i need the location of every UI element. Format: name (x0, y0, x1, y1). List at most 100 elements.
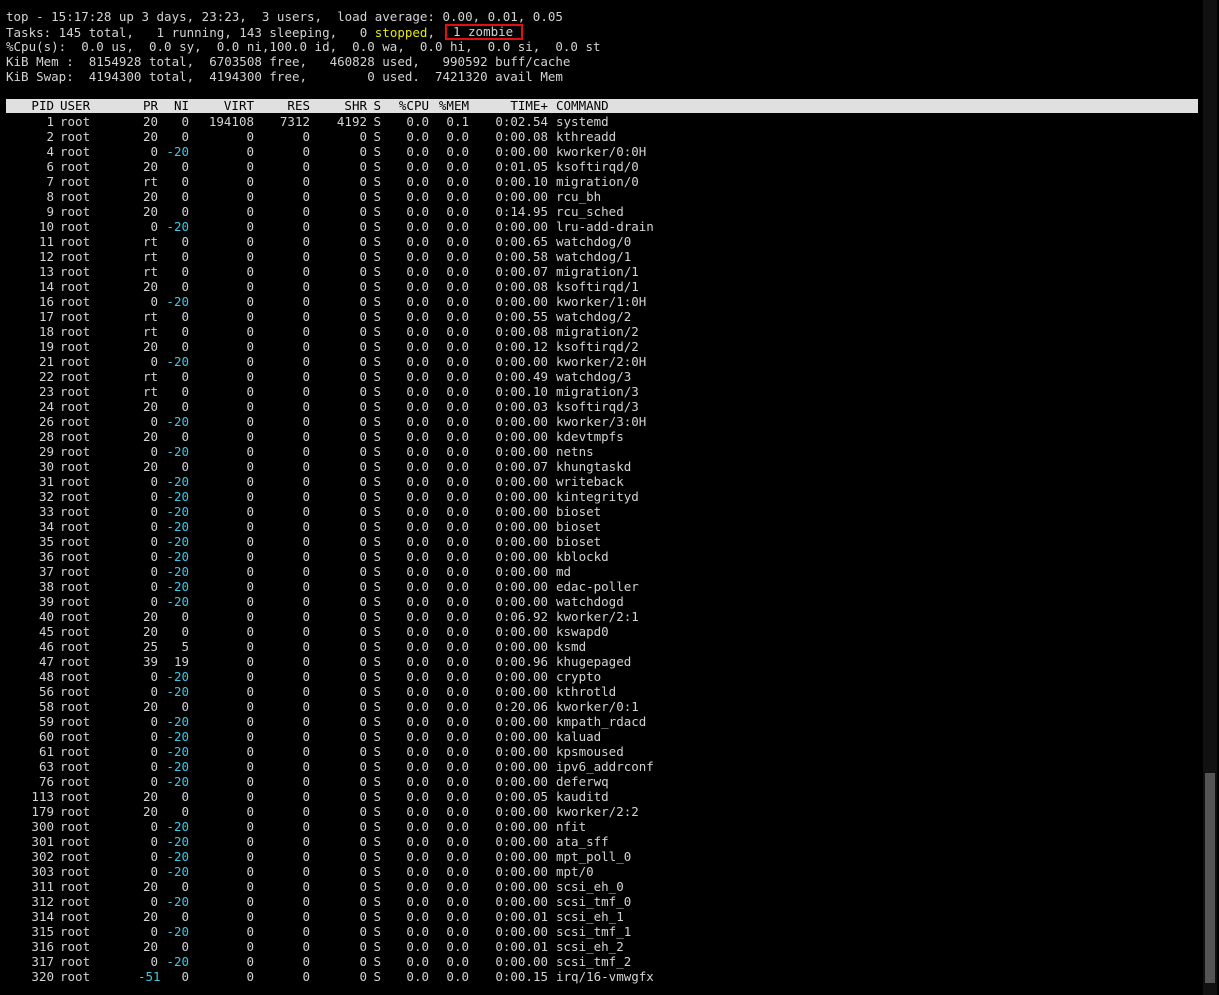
cell-pid: 30 (38, 459, 54, 474)
cell-time: 0:00.00 (495, 864, 548, 879)
cell-ni: -20 (166, 549, 189, 564)
cell-command: kmpath_rdacd (556, 714, 647, 729)
table-row: 47 root 39 19 0 0 0 S 0.0 0.0 0:00.96 khugepaged (6, 654, 1198, 669)
cell-pid: 24 (38, 399, 54, 414)
cell-mem: 0.0 (446, 144, 469, 159)
cell-shr: 0 (359, 444, 367, 459)
cell-virt: 0 (246, 759, 254, 774)
cell-user: root (60, 414, 91, 429)
cell-time: 0:00.00 (495, 924, 548, 939)
cell-pr: 0 (150, 669, 158, 684)
cell-pr: 0 (150, 774, 158, 789)
table-row: 40 root 20 0 0 0 0 S 0.0 0.0 0:06.92 kworker/2:1 (6, 609, 1198, 624)
table-row: 13 root rt 0 0 0 0 S 0.0 0.0 0:00.07 migration/1 (6, 264, 1198, 279)
cell-cpu: 0.0 (406, 354, 429, 369)
cell-virt: 0 (246, 309, 254, 324)
cell-pid: 61 (38, 744, 54, 759)
cell-command: ata_sff (556, 834, 609, 849)
cell-time: 0:00.00 (495, 444, 548, 459)
cell-mem: 0.0 (446, 174, 469, 189)
cell-mem: 0.0 (446, 489, 469, 504)
cell-state: S (373, 864, 381, 879)
cell-mem: 0.0 (446, 819, 469, 834)
cell-ni: 0 (181, 249, 189, 264)
cell-user: root (60, 804, 91, 819)
cell-mem: 0.0 (446, 204, 469, 219)
cell-command: scsi_tmf_2 (556, 954, 632, 969)
col-time: TIME+ (510, 98, 548, 113)
cell-virt: 0 (246, 189, 254, 204)
cell-ni: 0 (181, 369, 189, 384)
table-row: 312 root 0 -20 0 0 0 S 0.0 0.0 0:00.00 scsi_tmf_0 (6, 894, 1198, 909)
cell-res: 0 (302, 759, 310, 774)
cell-state: S (373, 279, 381, 294)
cell-time: 0:00.00 (495, 684, 548, 699)
table-row: 56 root 0 -20 0 0 0 S 0.0 0.0 0:00.00 kthrotld (6, 684, 1198, 699)
cell-state: S (373, 204, 381, 219)
cell-cpu: 0.0 (406, 489, 429, 504)
cell-state: S (373, 144, 381, 159)
tasks-prefix: Tasks: 145 total, 1 running, 143 sleepin… (6, 25, 375, 40)
cell-time: 0:00.03 (495, 399, 548, 414)
cell-state: S (373, 444, 381, 459)
table-row: 179 root 20 0 0 0 0 S 0.0 0.0 0:00.00 kworker/2:2 (6, 804, 1198, 819)
cell-mem: 0.0 (446, 549, 469, 564)
cell-cpu: 0.0 (406, 849, 429, 864)
table-row: 315 root 0 -20 0 0 0 S 0.0 0.0 0:00.00 scsi_tmf_1 (6, 924, 1198, 939)
cell-state: S (373, 504, 381, 519)
cell-res: 0 (302, 594, 310, 609)
cell-ni: 0 (181, 159, 189, 174)
cell-virt: 0 (246, 699, 254, 714)
scrollbar-thumb[interactable] (1205, 773, 1215, 983)
cell-virt: 0 (246, 849, 254, 864)
cell-mem: 0.0 (446, 849, 469, 864)
cell-cpu: 0.0 (406, 924, 429, 939)
cell-res: 0 (302, 654, 310, 669)
mem-line: KiB Mem : 8154928 total, 6703508 free, 4… (6, 54, 571, 69)
cell-res: 0 (302, 879, 310, 894)
cell-time: 0:00.12 (495, 339, 548, 354)
cell-time: 0:00.00 (495, 429, 548, 444)
cell-shr: 0 (359, 579, 367, 594)
cell-mem: 0.0 (446, 339, 469, 354)
cell-res: 0 (302, 774, 310, 789)
cell-mem: 0.0 (446, 189, 469, 204)
cell-command: kworker/2:0H (556, 354, 647, 369)
cell-shr: 0 (359, 219, 367, 234)
cell-virt: 0 (246, 774, 254, 789)
cell-ni: 0 (181, 174, 189, 189)
cell-state: S (373, 219, 381, 234)
cell-command: scsi_tmf_0 (556, 894, 632, 909)
cell-time: 0:00.00 (495, 219, 548, 234)
cell-state: S (373, 684, 381, 699)
cell-shr: 0 (359, 369, 367, 384)
cell-pr: 20 (142, 129, 158, 144)
cell-virt: 0 (246, 624, 254, 639)
table-row: 18 root rt 0 0 0 0 S 0.0 0.0 0:00.08 migration/2 (6, 324, 1198, 339)
cell-cpu: 0.0 (406, 429, 429, 444)
cell-ni: -20 (166, 894, 189, 909)
table-row: 1 root 20 0 194108 7312 4192 S 0.0 0.1 0:02.54 syst… (6, 114, 1198, 129)
cell-ni: 0 (181, 459, 189, 474)
cell-ni: 19 (173, 654, 189, 669)
cell-mem: 0.0 (446, 879, 469, 894)
cell-mem: 0.0 (446, 264, 469, 279)
cell-res: 0 (302, 204, 310, 219)
cell-pid: 302 (31, 849, 54, 864)
cell-command: kworker/1:0H (556, 294, 647, 309)
cell-mem: 0.0 (446, 309, 469, 324)
col-shr: SHR (344, 98, 367, 113)
cell-pr: 0 (150, 714, 158, 729)
cell-pr: 0 (150, 729, 158, 744)
cell-pid: 320 (31, 969, 54, 984)
cell-cpu: 0.0 (406, 879, 429, 894)
cell-mem: 0.0 (446, 939, 469, 954)
cell-state: S (373, 114, 381, 129)
cell-command: writeback (556, 474, 624, 489)
cell-user: root (60, 204, 91, 219)
vertical-scrollbar[interactable] (1203, 0, 1217, 995)
cell-time: 0:00.00 (495, 624, 548, 639)
cell-cpu: 0.0 (406, 279, 429, 294)
tasks-stopped: stopped (374, 25, 428, 40)
cell-state: S (373, 324, 381, 339)
